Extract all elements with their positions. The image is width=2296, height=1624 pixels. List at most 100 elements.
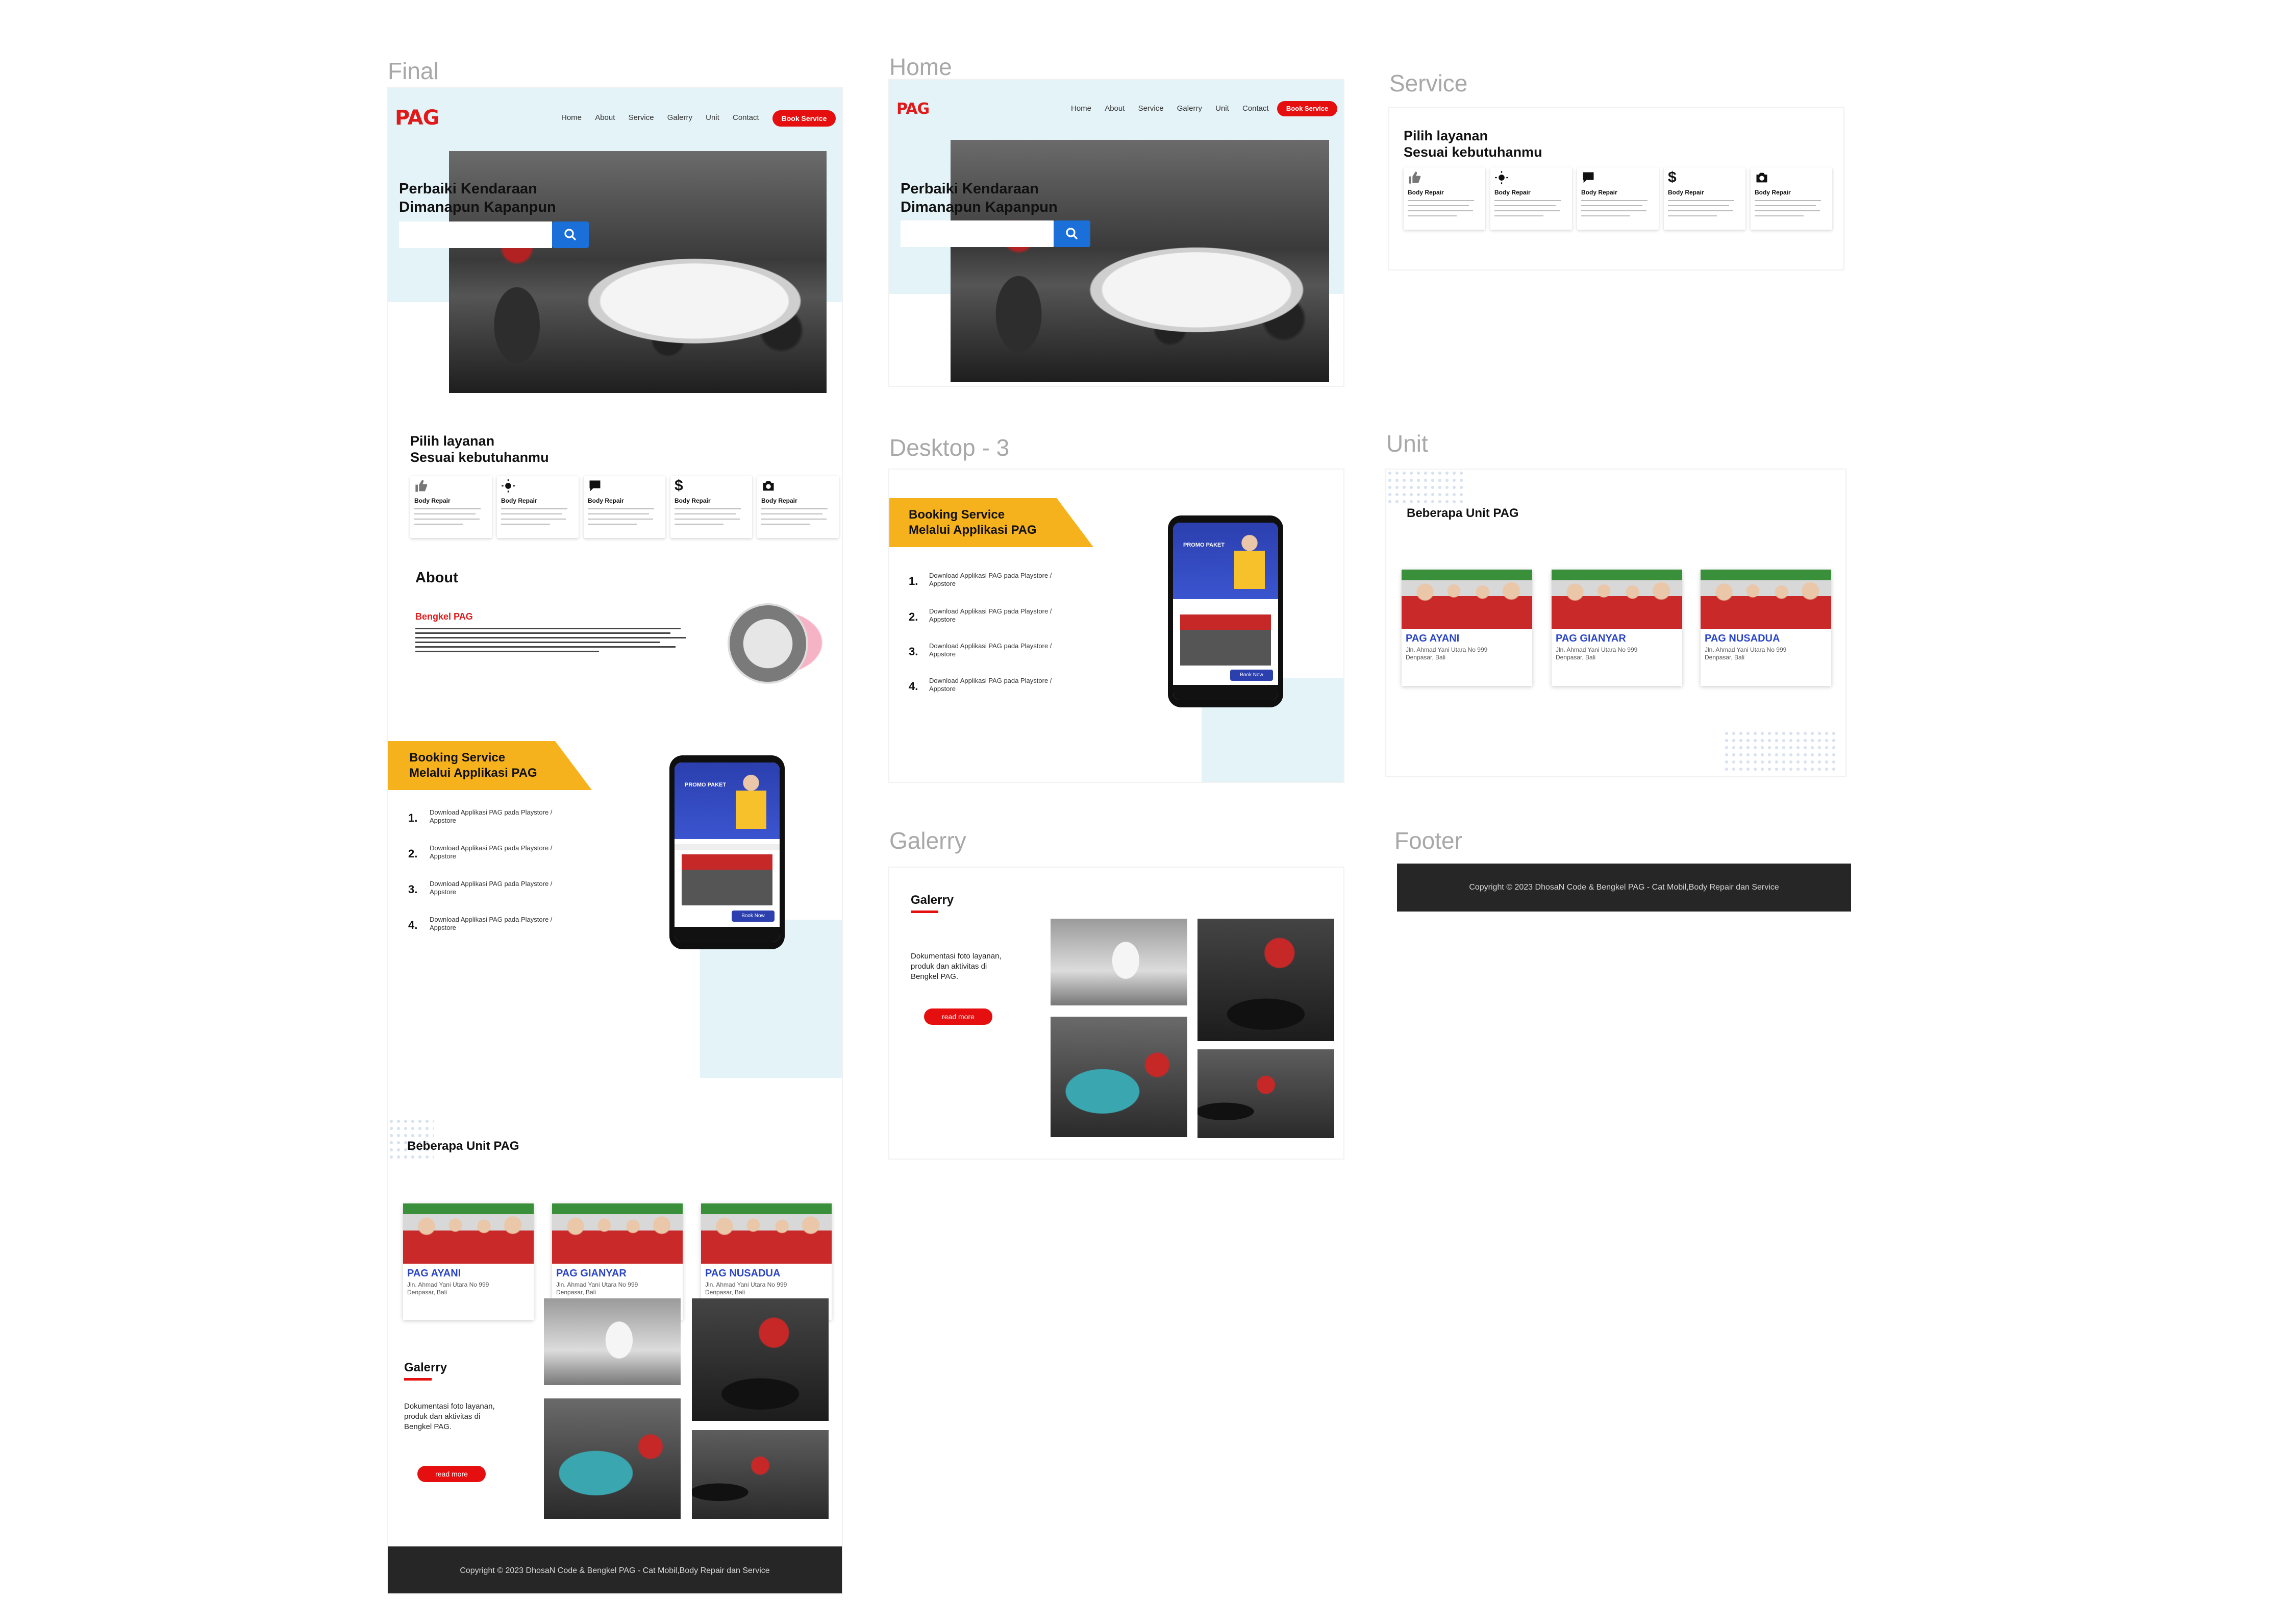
gallery-title: Galerry bbox=[911, 893, 954, 907]
about-body-lines bbox=[415, 625, 686, 655]
nav-item-contact[interactable]: Contact bbox=[733, 113, 759, 122]
unit-photo bbox=[701, 1203, 832, 1264]
logo[interactable]: PAG bbox=[395, 106, 439, 130]
service-card[interactable]: Body Repair bbox=[757, 476, 839, 538]
read-more-button[interactable]: read more bbox=[417, 1466, 486, 1482]
search-button[interactable] bbox=[552, 222, 589, 248]
nav-item-service[interactable]: Service bbox=[629, 113, 654, 122]
about-title: About bbox=[415, 570, 458, 586]
hero-title: Perbaiki Kendaraan Dimanapun Kapanpun bbox=[901, 181, 1058, 215]
service-card[interactable]: Body Repair bbox=[1490, 167, 1572, 230]
booking-banner: Booking Service Melalui Applikasi PAG bbox=[388, 741, 592, 790]
dots-decoration bbox=[1386, 470, 1463, 505]
gallery-title-underline bbox=[404, 1378, 432, 1381]
gallery-photo[interactable] bbox=[692, 1430, 829, 1519]
service-title: Pilih layanan Sesuai kebutuhanmu bbox=[1404, 128, 1542, 160]
galerry-frame: Galerry Dokumentasi foto layanan, produk … bbox=[889, 868, 1343, 1159]
hero-search-input[interactable] bbox=[901, 220, 1054, 247]
app-phone-mockup: PROMO PAKET Book Now bbox=[1168, 515, 1283, 707]
about-subtitle: Bengkel PAG bbox=[415, 611, 473, 622]
book-service-button[interactable]: Book Service bbox=[1277, 101, 1337, 116]
frame-label-service: Service bbox=[1389, 70, 1468, 96]
service-card[interactable]: Body Repair bbox=[410, 476, 492, 538]
gallery-photo[interactable] bbox=[544, 1298, 681, 1385]
nav-item-galerry[interactable]: Galerry bbox=[1177, 104, 1202, 113]
footer-frame: Copyright © 2023 DhosaN Code & Bengkel P… bbox=[1397, 864, 1851, 912]
gallery-photo[interactable] bbox=[692, 1298, 829, 1421]
dots-decoration bbox=[1723, 730, 1835, 771]
frame-label-home: Home bbox=[889, 54, 952, 80]
gallery-description: Dokumentasi foto layanan, produk dan akti… bbox=[404, 1402, 495, 1431]
nav-item-about[interactable]: About bbox=[1105, 104, 1125, 113]
read-more-button[interactable]: read more bbox=[924, 1008, 992, 1025]
dollar-icon: $ bbox=[1668, 169, 1677, 186]
frame-label-final: Final bbox=[388, 58, 439, 84]
unit-photo bbox=[1552, 570, 1682, 629]
gallery-title: Galerry bbox=[404, 1361, 447, 1374]
nav-item-unit[interactable]: Unit bbox=[1215, 104, 1229, 113]
logo[interactable]: PAG bbox=[896, 100, 930, 118]
phone-book-now-button[interactable]: Book Now bbox=[1230, 670, 1273, 681]
final-frame: PAG Home About Service Galerry Unit Cont… bbox=[388, 88, 842, 1593]
units-title: Beberapa Unit PAG bbox=[407, 1139, 519, 1153]
gallery-photo[interactable] bbox=[1197, 1049, 1334, 1138]
sun-icon bbox=[1495, 171, 1508, 184]
gallery-photo[interactable] bbox=[544, 1398, 681, 1519]
hero-image bbox=[951, 140, 1329, 382]
service-card[interactable]: Body Repair bbox=[1751, 167, 1832, 230]
unit-card[interactable]: PAG NUSADUA Jln. Ahmad Yani Utara No 999… bbox=[1701, 570, 1831, 686]
nav-item-galerry[interactable]: Galerry bbox=[667, 113, 692, 122]
unit-photo bbox=[1701, 570, 1831, 629]
service-card[interactable]: Body Repair bbox=[1404, 167, 1485, 230]
search-button[interactable] bbox=[1054, 220, 1090, 247]
phone-photo bbox=[1180, 614, 1271, 666]
service-title: Pilih layanan Sesuai kebutuhanmu bbox=[410, 433, 549, 465]
service-card[interactable]: Body Repair bbox=[584, 476, 665, 538]
hero-title: Perbaiki Kendaraan Dimanapun Kapanpun bbox=[399, 181, 556, 215]
units-title: Beberapa Unit PAG bbox=[1407, 506, 1519, 520]
service-card[interactable]: $ Body Repair bbox=[670, 476, 752, 538]
nav-item-home[interactable]: Home bbox=[1071, 104, 1091, 113]
gallery-title-underline bbox=[911, 911, 938, 913]
nav-item-home[interactable]: Home bbox=[561, 113, 582, 122]
dollar-icon: $ bbox=[675, 477, 683, 494]
gallery-photo[interactable] bbox=[1051, 1017, 1187, 1137]
service-card[interactable]: $ Body Repair bbox=[1664, 167, 1745, 230]
nav-bar: Home About Service Galerry Unit Contact bbox=[561, 113, 770, 122]
nav-item-contact[interactable]: Contact bbox=[1242, 104, 1269, 113]
app-phone-mockup: PROMO PAKET Book Now bbox=[669, 755, 785, 949]
gallery-photo[interactable] bbox=[1197, 919, 1334, 1041]
gallery-photo[interactable] bbox=[1051, 919, 1187, 1005]
hero-search-input[interactable] bbox=[399, 222, 552, 248]
service-card[interactable]: Body Repair bbox=[1577, 167, 1659, 230]
phone-book-now-button[interactable]: Book Now bbox=[732, 911, 775, 922]
frame-label-footer: Footer bbox=[1394, 827, 1462, 854]
unit-card[interactable]: PAG GIANYAR Jln. Ahmad Yani Utara No 999… bbox=[1552, 570, 1682, 686]
chat-icon bbox=[589, 480, 601, 491]
thumbs-up-icon bbox=[415, 480, 428, 492]
unit-card[interactable]: PAG AYANI Jln. Ahmad Yani Utara No 999 De… bbox=[1402, 570, 1532, 686]
nav-item-unit[interactable]: Unit bbox=[706, 113, 719, 122]
chat-icon bbox=[1583, 172, 1594, 183]
unit-frame: Beberapa Unit PAG PAG AYANI Jln. Ahmad Y… bbox=[1386, 470, 1845, 776]
nav-item-service[interactable]: Service bbox=[1138, 104, 1164, 113]
desktop3-frame: Booking Service Melalui Applikasi PAG 1. … bbox=[889, 470, 1343, 782]
gallery-description: Dokumentasi foto layanan, produk dan akti… bbox=[911, 952, 1002, 981]
about-image bbox=[728, 603, 808, 684]
nav-bar: Home About Service Galerry Unit Contact bbox=[1071, 104, 1280, 113]
unit-photo bbox=[403, 1203, 534, 1264]
thumbs-up-icon bbox=[1409, 171, 1421, 184]
sun-icon bbox=[502, 479, 515, 493]
frame-label-desktop3: Desktop - 3 bbox=[889, 434, 1010, 461]
book-service-button[interactable]: Book Service bbox=[772, 110, 836, 127]
search-icon bbox=[1066, 228, 1078, 240]
unit-card[interactable]: PAG AYANI Jln. Ahmad Yani Utara No 999 De… bbox=[403, 1203, 534, 1320]
service-frame: Pilih layanan Sesuai kebutuhanmu Body Rep… bbox=[1389, 108, 1843, 269]
phone-photo bbox=[682, 854, 772, 905]
camera-icon bbox=[763, 481, 774, 491]
frame-label-unit: Unit bbox=[1386, 430, 1428, 457]
nav-item-about[interactable]: About bbox=[595, 113, 615, 122]
service-card[interactable]: Body Repair bbox=[497, 476, 579, 538]
booking-title: Booking Service Melalui Applikasi PAG bbox=[409, 751, 537, 780]
frame-label-galerry: Galerry bbox=[889, 827, 966, 854]
